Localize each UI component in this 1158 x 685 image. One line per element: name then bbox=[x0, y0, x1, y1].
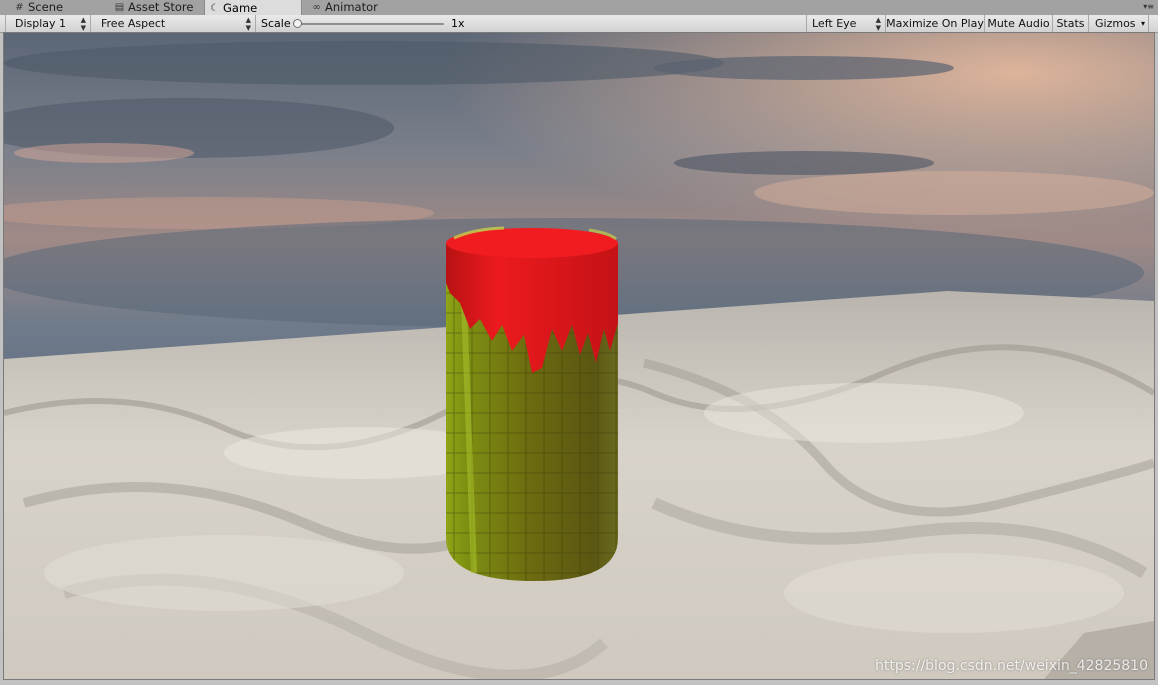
game-icon: ☾ bbox=[210, 2, 219, 14]
store-icon: ▤ bbox=[114, 2, 125, 13]
display-value: Display 1 bbox=[15, 17, 67, 30]
watermark: https://blog.csdn.net/weixin_42825810 bbox=[874, 658, 1148, 674]
eye-value: Left Eye bbox=[812, 17, 857, 30]
stats-button[interactable]: Stats bbox=[1053, 15, 1089, 32]
grid-icon: # bbox=[15, 2, 24, 13]
updown-arrows-icon: ▲ ▼ bbox=[80, 15, 86, 32]
scale-value: 1x bbox=[451, 17, 465, 30]
game-viewport[interactable]: https://blog.csdn.net/weixin_42825810 bbox=[4, 33, 1154, 679]
aspect-value: Free Aspect bbox=[101, 17, 166, 30]
updown-arrows-icon: ▲ ▼ bbox=[875, 15, 881, 32]
updown-arrows-icon: ▲ ▼ bbox=[245, 15, 251, 32]
maximize-on-play-button[interactable]: Maximize On Play bbox=[886, 15, 985, 32]
tab-label: Scene bbox=[28, 0, 64, 14]
tab-asset-store[interactable]: ▤ Asset Store bbox=[110, 0, 198, 15]
eye-dropdown[interactable]: Left Eye ▲ ▼ bbox=[806, 15, 886, 32]
animator-icon: ∞ bbox=[312, 2, 321, 13]
tab-label: Animator bbox=[325, 0, 378, 14]
gizmos-dropdown[interactable]: Gizmos ▾ bbox=[1089, 15, 1149, 32]
tab-label: Asset Store bbox=[128, 0, 194, 14]
gizmos-label: Gizmos bbox=[1095, 17, 1136, 30]
panel-tab-bar: # Scene ▤ Asset Store ☾ Game ∞ Animator … bbox=[0, 0, 1158, 16]
tab-game[interactable]: ☾ Game bbox=[204, 0, 302, 16]
stats-label: Stats bbox=[1056, 17, 1085, 30]
tab-scene[interactable]: # Scene bbox=[10, 0, 67, 15]
tab-label: Game bbox=[223, 0, 258, 15]
maximize-label: Maximize On Play bbox=[886, 17, 984, 30]
mute-label: Mute Audio bbox=[987, 17, 1050, 30]
mute-audio-button[interactable]: Mute Audio bbox=[985, 15, 1053, 32]
tab-animator[interactable]: ∞ Animator bbox=[307, 0, 382, 15]
aspect-dropdown[interactable]: Free Aspect ▲ ▼ bbox=[92, 15, 256, 32]
scale-slider-track[interactable] bbox=[296, 23, 444, 25]
chevron-down-icon: ▾ bbox=[1140, 19, 1145, 28]
game-render bbox=[4, 33, 1154, 679]
display-dropdown[interactable]: Display 1 ▲ ▼ bbox=[5, 15, 91, 32]
panel-menu-icon[interactable]: ▾≡ bbox=[1143, 2, 1154, 11]
game-toolbar: Display 1 ▲ ▼ Free Aspect ▲ ▼ Left Eye ▲ ▼ … bbox=[0, 15, 1158, 33]
cylinder-object bbox=[446, 226, 618, 581]
scale-slider-thumb[interactable] bbox=[293, 19, 302, 28]
scale-label: Scale bbox=[261, 17, 291, 30]
